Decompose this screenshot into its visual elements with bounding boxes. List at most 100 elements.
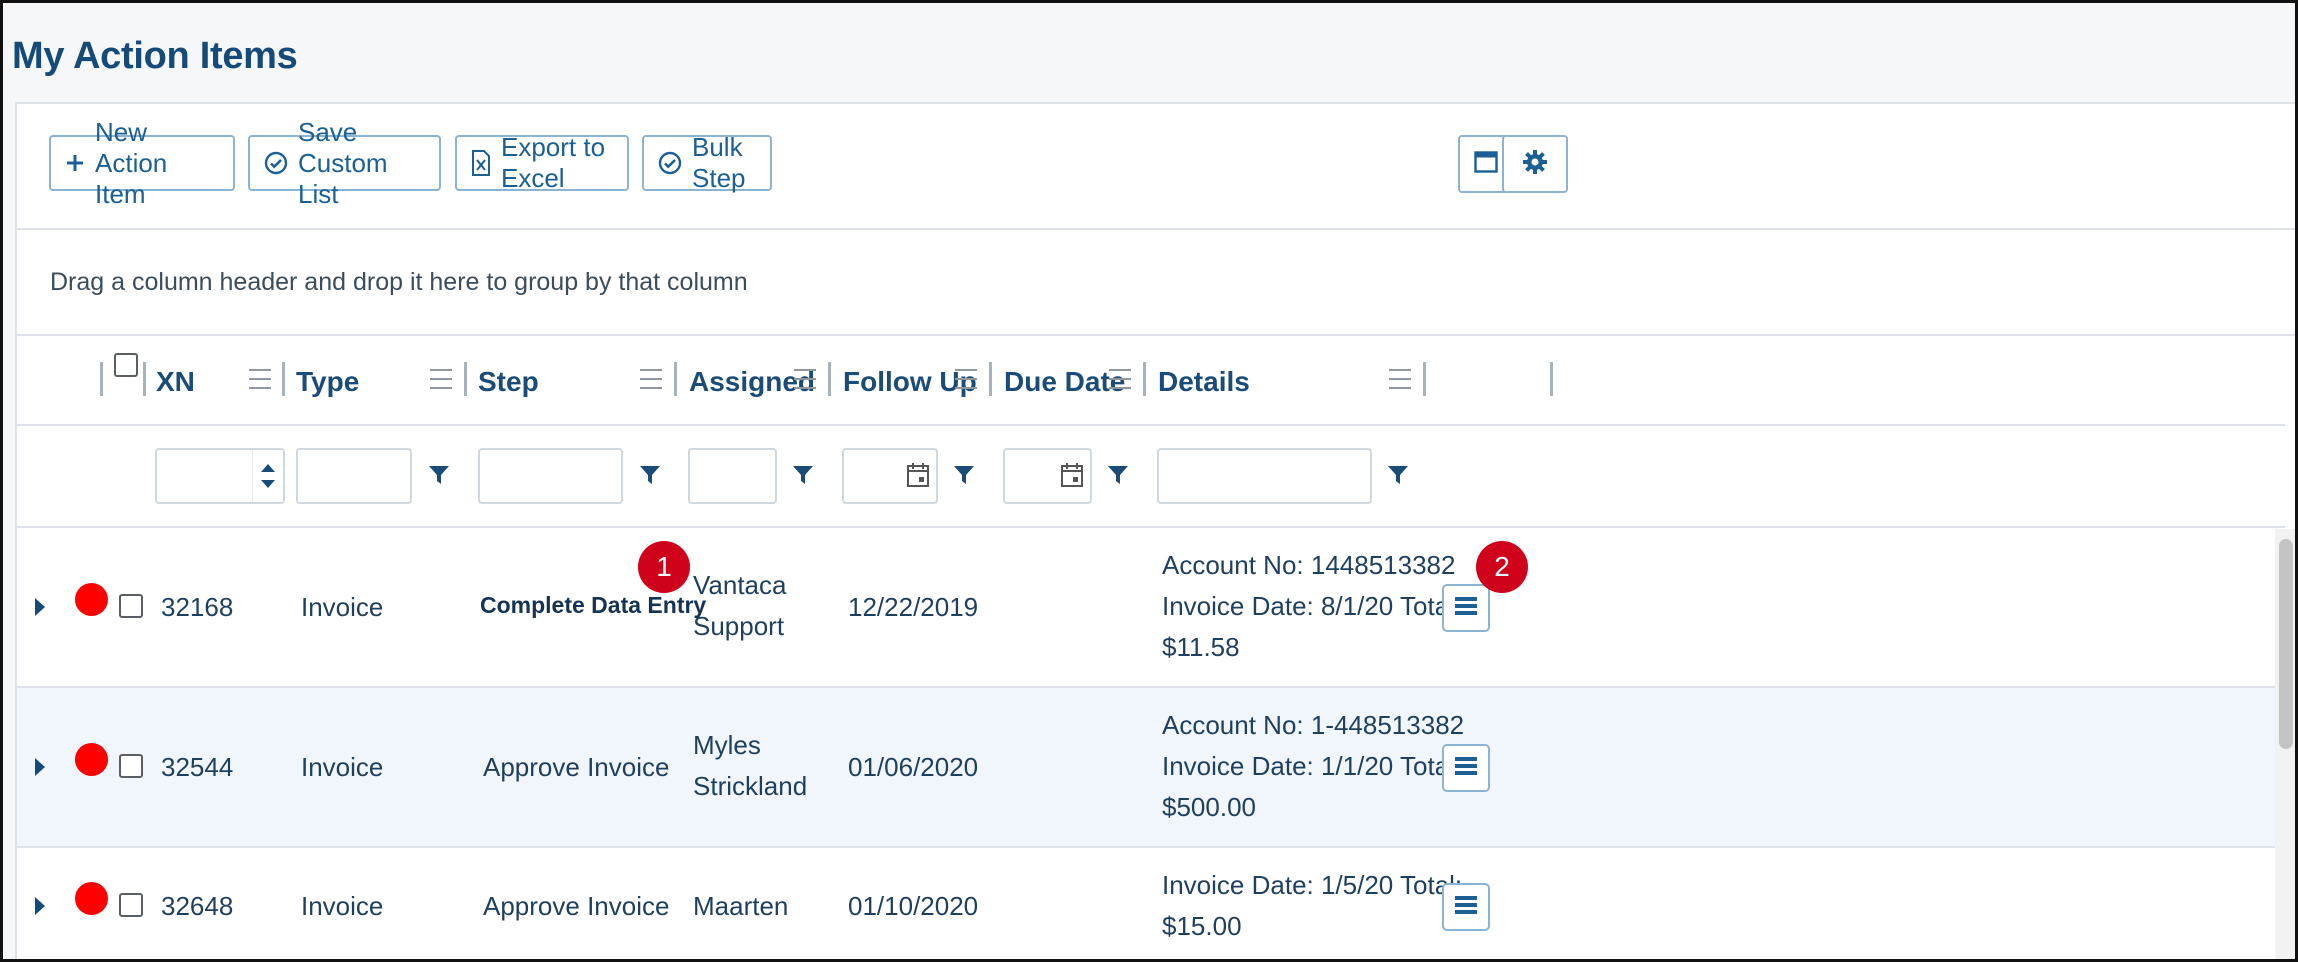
window-icon: [1474, 150, 1498, 178]
funnel-icon[interactable]: [792, 464, 814, 491]
details-cell-line: Account No: 1448513382: [1162, 550, 1456, 580]
column-menu-icon[interactable]: [640, 369, 662, 396]
row-checkbox[interactable]: [119, 754, 143, 778]
grid-header: XN Type Step Assigned Follow Up Due Date…: [17, 336, 2285, 426]
row-checkbox[interactable]: [119, 594, 143, 618]
step-cell[interactable]: Approve Invoice: [483, 886, 669, 927]
scrollbar-thumb[interactable]: [2279, 539, 2293, 749]
gear-icon: [1522, 149, 1548, 180]
new-action-item-button[interactable]: New Action Item: [49, 117, 235, 209]
settings-button[interactable]: [1502, 135, 1568, 193]
funnel-icon[interactable]: [639, 464, 661, 491]
calendar-icon[interactable]: [1060, 462, 1084, 493]
step-filter-input[interactable]: [478, 448, 623, 504]
status-dot: [75, 743, 108, 776]
row-checkbox[interactable]: [119, 893, 143, 917]
column-header-step[interactable]: Step: [478, 366, 539, 398]
follow-up-cell: 12/22/2019: [848, 592, 979, 622]
save-custom-list-button[interactable]: Save Custom List: [248, 117, 441, 209]
sort-arrows-icon[interactable]: [252, 450, 283, 502]
column-menu-icon[interactable]: [794, 369, 816, 396]
column-separator[interactable]: [674, 362, 677, 396]
toolbar: New Action Item Save Custom List Export …: [17, 104, 2295, 230]
follow-up-cell: 01/06/2020: [848, 752, 979, 782]
table-row[interactable]: 32168 Invoice Complete Data Entry Vantac…: [17, 528, 2285, 688]
funnel-icon[interactable]: [953, 464, 975, 491]
column-separator[interactable]: [282, 362, 285, 396]
assigned-filter-input[interactable]: [688, 448, 777, 504]
row-actions-button[interactable]: [1442, 744, 1490, 792]
filter-row: [17, 426, 2285, 528]
details-cell-line: Invoice Date: 1/1/20 Total:: [1162, 751, 1463, 781]
page-title: My Action Items: [12, 35, 298, 77]
details-cell-line: Account No: 1-448513382: [1162, 710, 1465, 740]
column-separator[interactable]: [143, 362, 146, 396]
list-icon: [1454, 894, 1478, 921]
plus-icon: [65, 153, 85, 173]
bulk-step-button[interactable]: Bulk Step: [642, 132, 772, 193]
column-menu-icon[interactable]: [955, 369, 977, 396]
due-date-filter-input[interactable]: [1003, 448, 1092, 504]
list-icon: [1454, 755, 1478, 782]
expand-caret-icon[interactable]: [35, 758, 45, 776]
group-drop-zone[interactable]: Drag a column header and drop it here to…: [17, 230, 2295, 336]
table-row[interactable]: 32544 Invoice Approve Invoice Myles Stri…: [17, 688, 2285, 848]
column-separator[interactable]: [828, 362, 831, 396]
group-hint-text: Drag a column header and drop it here to…: [50, 268, 748, 296]
step-cell[interactable]: Approve Invoice: [483, 747, 669, 788]
expand-caret-icon[interactable]: [35, 598, 45, 616]
column-separator[interactable]: [989, 362, 992, 396]
expand-caret-icon[interactable]: [35, 897, 45, 915]
calendar-icon[interactable]: [906, 462, 930, 493]
new-action-item-label: New Action Item: [95, 116, 168, 209]
column-separator[interactable]: [1143, 362, 1146, 396]
xn-cell: 32648: [161, 891, 234, 921]
type-filter-input[interactable]: [296, 448, 412, 504]
column-menu-icon[interactable]: [430, 369, 452, 396]
funnel-icon[interactable]: [1387, 464, 1409, 491]
details-cell-line: Invoice Date: 8/1/20 Total:: [1162, 591, 1463, 621]
funnel-icon[interactable]: [1107, 464, 1129, 491]
assigned-cell-line: Strickland: [693, 771, 808, 801]
column-separator[interactable]: [1550, 362, 1553, 396]
type-cell: Invoice: [301, 891, 384, 921]
xn-cell: 32544: [161, 752, 234, 782]
excel-icon: [471, 150, 491, 176]
assigned-cell-line: Maarten: [693, 891, 789, 921]
save-custom-list-label: Save Custom List: [298, 116, 388, 209]
status-dot: [75, 583, 108, 616]
select-all-checkbox[interactable]: [114, 353, 138, 377]
funnel-icon[interactable]: [428, 464, 450, 491]
column-header-due-date[interactable]: Due Date: [1004, 366, 1125, 398]
column-separator[interactable]: [1423, 362, 1426, 396]
details-cell-line: $15.00: [1162, 911, 1242, 941]
column-menu-icon[interactable]: [1389, 369, 1411, 396]
details-filter-input[interactable]: [1157, 448, 1372, 504]
row-actions-button[interactable]: [1442, 584, 1490, 632]
type-cell: Invoice: [301, 592, 384, 622]
status-dot: [75, 882, 108, 915]
column-header-xn[interactable]: XN: [156, 366, 195, 398]
column-header-details[interactable]: Details: [1158, 366, 1250, 398]
column-separator[interactable]: [464, 362, 467, 396]
row-actions-button[interactable]: [1442, 883, 1490, 931]
xn-cell: 32168: [161, 592, 234, 622]
column-separator[interactable]: [100, 362, 103, 396]
assigned-cell-line: Myles: [693, 730, 761, 760]
bulk-step-label: Bulk Step: [692, 132, 746, 193]
details-cell-line: $500.00: [1162, 792, 1256, 822]
annotation-badge: 1: [638, 541, 690, 593]
assigned-cell-line: Vantaca: [693, 570, 787, 600]
column-menu-icon[interactable]: [249, 369, 271, 396]
xn-filter-input[interactable]: [155, 448, 285, 504]
details-cell-line: $11.58: [1162, 632, 1240, 662]
table-row[interactable]: 32648 Invoice Approve Invoice Maarten 01…: [17, 848, 2285, 959]
check-circle-icon: [658, 151, 682, 175]
column-header-type[interactable]: Type: [296, 366, 359, 398]
export-to-excel-button[interactable]: Export to Excel: [455, 132, 629, 193]
column-menu-icon[interactable]: [1109, 369, 1131, 396]
follow-up-filter-input[interactable]: [842, 448, 938, 504]
grid-panel: New Action Item Save Custom List Export …: [15, 102, 2295, 959]
assigned-cell-line: Support: [693, 611, 785, 641]
check-circle-icon: [264, 151, 288, 175]
